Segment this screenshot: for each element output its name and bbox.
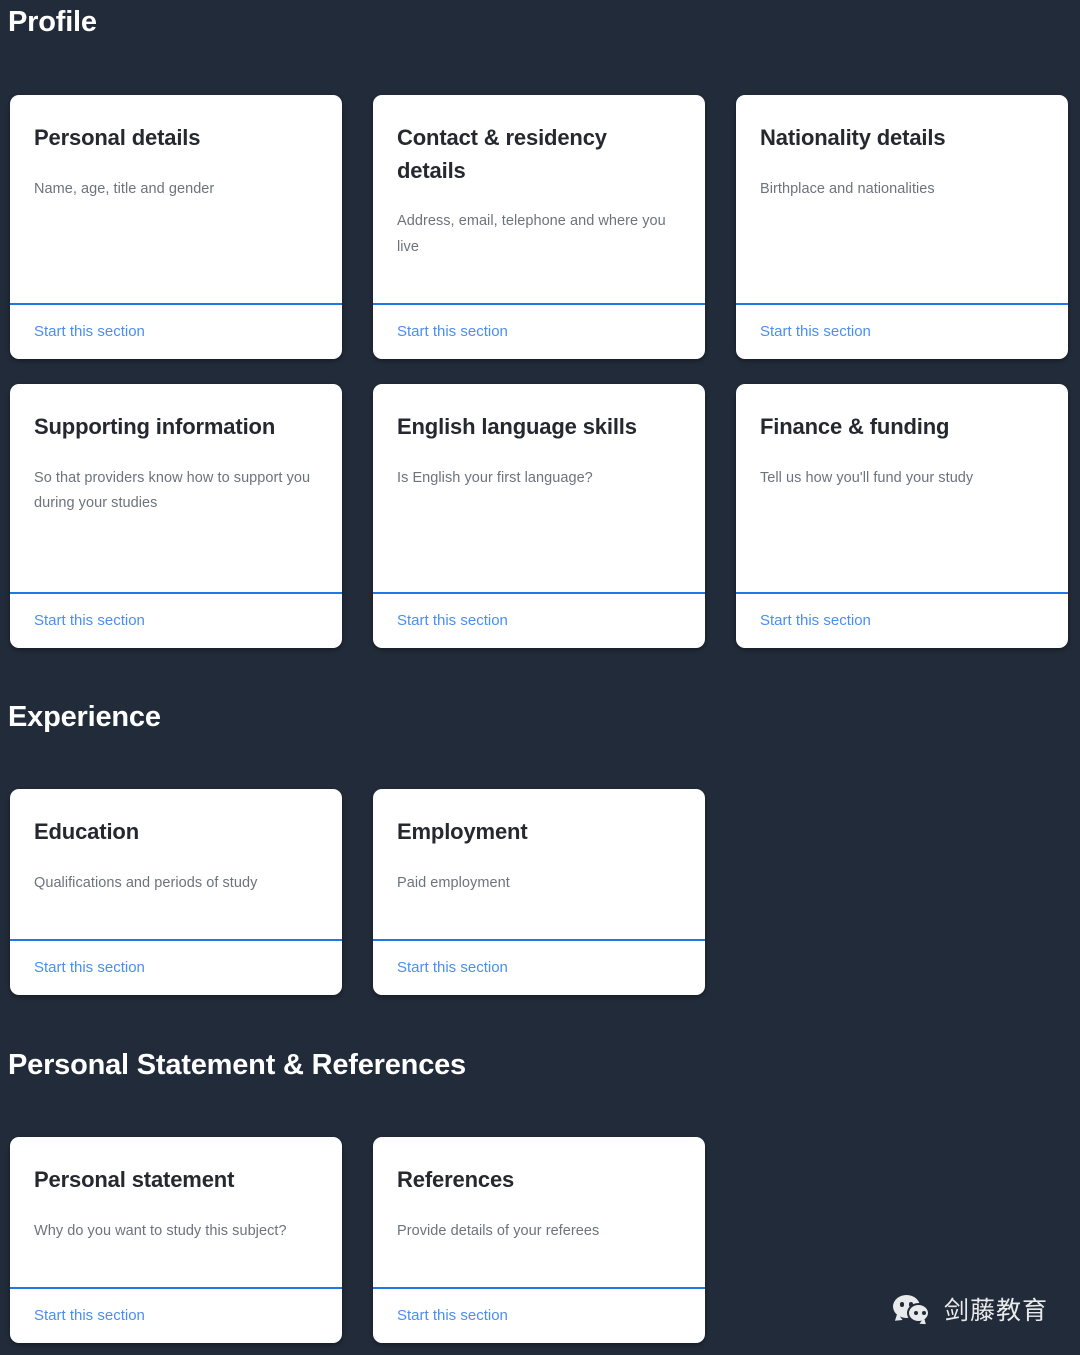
start-this-section-link[interactable]: Start this section	[34, 610, 145, 631]
card-body: Personal details Name, age, title and ge…	[10, 95, 342, 303]
card-education[interactable]: Education Qualifications and periods of …	[10, 789, 342, 995]
wechat-bubble-small-eye-left	[913, 1311, 918, 1315]
card-footer: Start this section	[10, 303, 342, 359]
start-this-section-link[interactable]: Start this section	[397, 610, 508, 631]
card-references[interactable]: References Provide details of your refer…	[373, 1137, 705, 1343]
card-description: Qualifications and periods of study	[34, 874, 258, 891]
card-body: English language skills Is English your …	[373, 384, 705, 592]
card-description: So that providers know how to support yo…	[34, 469, 311, 512]
card-title: Personal statement	[34, 1167, 235, 1192]
card-body: Contact & residency details Address, ema…	[373, 95, 705, 303]
card-footer: Start this section	[373, 592, 705, 648]
card-footer: Start this section	[736, 592, 1068, 648]
card-finance-funding[interactable]: Finance & funding Tell us how you'll fun…	[736, 384, 1068, 648]
card-body: Finance & funding Tell us how you'll fun…	[736, 384, 1068, 592]
start-this-section-link[interactable]: Start this section	[34, 321, 145, 342]
card-footer: Start this section	[10, 1287, 342, 1343]
card-footer: Start this section	[373, 303, 705, 359]
card-description: Birthplace and nationalities	[760, 180, 935, 197]
card-title: Education	[34, 819, 139, 844]
card-description: Why do you want to study this subject?	[34, 1222, 287, 1239]
start-this-section-link[interactable]: Start this section	[760, 321, 871, 342]
card-row-profile-2: Supporting information So that providers…	[10, 384, 1068, 648]
application-sections-page: Profile Personal details Name, age, titl…	[0, 0, 1080, 1355]
card-nationality-details[interactable]: Nationality details Birthplace and natio…	[736, 95, 1068, 359]
card-footer: Start this section	[736, 303, 1068, 359]
start-this-section-link[interactable]: Start this section	[397, 957, 508, 978]
card-body: Nationality details Birthplace and natio…	[736, 95, 1068, 303]
section-heading-experience: Experience	[8, 701, 161, 733]
card-row-experience: Education Qualifications and periods of …	[10, 789, 705, 995]
card-contact-residency-details[interactable]: Contact & residency details Address, ema…	[373, 95, 705, 359]
card-title: Supporting information	[34, 414, 276, 439]
card-footer: Start this section	[10, 939, 342, 995]
card-title: Employment	[397, 819, 528, 844]
card-body: Employment Paid employment	[373, 789, 705, 939]
card-body: Personal statement Why do you want to st…	[10, 1137, 342, 1287]
card-description: Address, email, telephone and where you …	[397, 213, 666, 255]
card-personal-details[interactable]: Personal details Name, age, title and ge…	[10, 95, 342, 359]
card-title: Nationality details	[760, 125, 946, 150]
card-row-statement: Personal statement Why do you want to st…	[10, 1137, 705, 1343]
wechat-bubble-small	[906, 1303, 930, 1323]
card-row-profile-1: Personal details Name, age, title and ge…	[10, 95, 1068, 359]
wechat-icon	[892, 1293, 933, 1327]
start-this-section-link[interactable]: Start this section	[760, 610, 871, 631]
start-this-section-link[interactable]: Start this section	[397, 1305, 508, 1326]
wechat-bubble-small-eye-right	[921, 1311, 926, 1315]
card-title: Contact & residency details	[397, 125, 607, 183]
card-title: References	[397, 1167, 515, 1192]
card-body: References Provide details of your refer…	[373, 1137, 705, 1287]
card-supporting-information[interactable]: Supporting information So that providers…	[10, 384, 342, 648]
card-body: Education Qualifications and periods of …	[10, 789, 342, 939]
wechat-bubble-large-eye-left	[899, 1302, 905, 1307]
card-personal-statement[interactable]: Personal statement Why do you want to st…	[10, 1137, 342, 1343]
card-title: Finance & funding	[760, 414, 950, 439]
watermark: 剑藤教育	[892, 1293, 1048, 1327]
section-heading-profile: Profile	[8, 6, 97, 38]
watermark-label: 剑藤教育	[943, 1295, 1048, 1325]
card-description: Is English your first language?	[397, 469, 593, 486]
card-description: Tell us how you'll fund your study	[760, 469, 974, 486]
section-heading-personal-statement-references: Personal Statement & References	[8, 1049, 466, 1081]
card-title: Personal details	[34, 125, 201, 150]
card-footer: Start this section	[373, 939, 705, 995]
card-description: Paid employment	[397, 874, 510, 891]
card-body: Supporting information So that providers…	[10, 384, 342, 592]
card-description: Name, age, title and gender	[34, 180, 215, 197]
card-footer: Start this section	[10, 592, 342, 648]
card-english-language-skills[interactable]: English language skills Is English your …	[373, 384, 705, 648]
card-title: English language skills	[397, 414, 637, 439]
card-footer: Start this section	[373, 1287, 705, 1343]
start-this-section-link[interactable]: Start this section	[34, 1305, 145, 1326]
card-description: Provide details of your referees	[397, 1222, 600, 1239]
card-employment[interactable]: Employment Paid employment Start this se…	[373, 789, 705, 995]
start-this-section-link[interactable]: Start this section	[397, 321, 508, 342]
start-this-section-link[interactable]: Start this section	[34, 957, 145, 978]
